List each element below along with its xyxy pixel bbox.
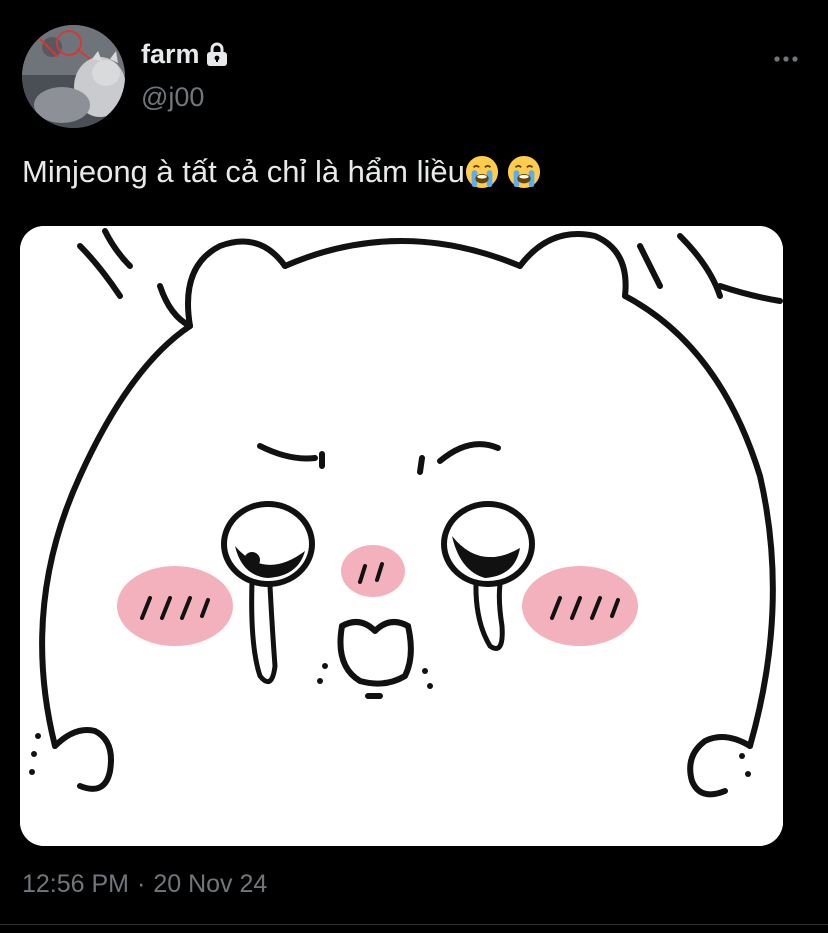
tweet-text-content: Minjeong à tất cả chỉ là hẩm liều (22, 154, 465, 189)
loudly-crying-face-icon (507, 155, 540, 189)
timestamp-separator: · (137, 870, 146, 898)
more-horizontal-icon (774, 56, 798, 62)
tweet-time[interactable]: 12:56 PM (22, 870, 129, 899)
tweet-timestamp: 12:56 PM · 20 Nov 24 (22, 870, 267, 899)
display-name[interactable]: farm (141, 39, 200, 70)
avatar-image (22, 25, 125, 128)
tweet-date[interactable]: 20 Nov 24 (153, 870, 267, 899)
tweet-text: Minjeong à tất cả chỉ là hẩm liều (22, 154, 541, 190)
avatar[interactable] (22, 25, 125, 128)
divider (0, 924, 828, 925)
tweet-media-image[interactable] (20, 226, 783, 846)
more-options-button[interactable] (766, 44, 806, 74)
user-name-row: farm (141, 38, 228, 70)
lock-icon (206, 42, 228, 66)
tweet-detail: farm @j00 Minjeong à tất cả chỉ là hẩm l… (0, 0, 828, 933)
crying-bear-illustration (20, 226, 783, 846)
loudly-crying-face-icon (465, 155, 498, 189)
user-handle[interactable]: @j00 (141, 82, 204, 113)
